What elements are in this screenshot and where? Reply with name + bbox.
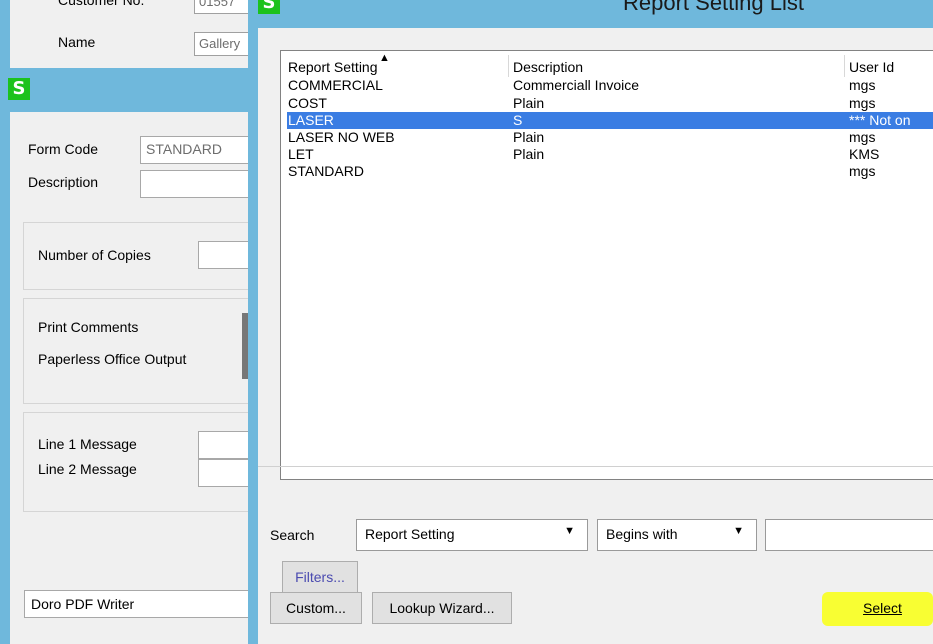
cell-setting: LASER	[288, 112, 334, 128]
list-row[interactable]: COST Plain mgs	[287, 95, 933, 112]
cell-description: Plain	[513, 129, 545, 145]
sort-arrow-icon: ▲	[379, 52, 390, 64]
message-group: Line 1 Message Line 2 Message	[23, 412, 273, 512]
list-row[interactable]: COMMERCIAL Commerciall Invoice mgs	[287, 77, 933, 94]
cell-user: mgs	[849, 95, 876, 111]
dialog-title: Report Setting List	[623, 0, 804, 15]
copies-label: Number of Copies	[38, 247, 151, 263]
cell-user: KMS	[849, 146, 880, 162]
description-label: Description	[28, 174, 99, 190]
select-button[interactable]: Select	[832, 593, 933, 625]
search-field-value: Report Setting	[365, 526, 455, 542]
search-panel: Search Report Setting ▼ Begins with ▼ Fi…	[258, 466, 933, 593]
form-titlebar: S	[0, 68, 262, 112]
chevron-down-icon[interactable]: ▼	[733, 525, 744, 537]
printer-select[interactable]: Doro PDF Writer	[24, 590, 262, 618]
column-separator[interactable]	[508, 55, 509, 77]
custom-button[interactable]: Custom...	[270, 592, 362, 624]
chevron-down-icon[interactable]: ▼	[564, 525, 575, 537]
form-code-label: Form Code	[28, 141, 99, 157]
dialog-logo-icon: S	[258, 0, 280, 14]
print-form-window: S Form Code STANDARD Description Number …	[0, 68, 273, 644]
cell-user: mgs	[849, 129, 876, 145]
cell-setting: COMMERCIAL	[288, 77, 383, 93]
comments-group: Print Comments Paperless Office Output	[23, 298, 273, 404]
cell-description: Commerciall Invoice	[513, 77, 640, 93]
cell-description: S	[513, 112, 523, 128]
form-body: Form Code STANDARD Description Number of…	[10, 112, 273, 644]
column-separator[interactable]	[844, 55, 845, 77]
cell-description: Plain	[513, 146, 545, 162]
list-row-selected[interactable]: LASER S *** Not on	[287, 112, 933, 129]
print-comments-label: Print Comments	[38, 319, 139, 335]
line2-message-label: Line 2 Message	[38, 461, 137, 477]
column-header-report-setting[interactable]: Report Setting	[288, 59, 378, 75]
search-input[interactable]	[765, 519, 933, 551]
name-label: Name	[58, 34, 96, 50]
report-setting-list[interactable]: Report Setting ▲ Description User Id COM…	[280, 50, 933, 480]
search-mode-value: Begins with	[606, 526, 678, 542]
cell-description: Plain	[513, 95, 545, 111]
description-field[interactable]	[140, 170, 262, 198]
list-row[interactable]: STANDARD mgs	[287, 163, 933, 180]
copies-group: Number of Copies 1	[23, 222, 273, 290]
list-row[interactable]: LET Plain KMS	[287, 146, 933, 163]
line1-message-label: Line 1 Message	[38, 436, 137, 452]
cell-user: mgs	[849, 77, 876, 93]
cell-setting: LASER NO WEB	[288, 129, 395, 145]
lookup-wizard-button[interactable]: Lookup Wizard...	[372, 592, 512, 624]
cell-setting: LET	[288, 146, 314, 162]
app-logo-icon: S	[8, 78, 30, 100]
list-row[interactable]: LASER NO WEB Plain mgs	[287, 129, 933, 146]
search-label: Search	[270, 527, 315, 543]
report-setting-list-dialog: S Report Setting List Report Setting ▲ D…	[248, 0, 933, 644]
column-header-user-id[interactable]: User Id	[849, 59, 894, 75]
dialog-titlebar: S Report Setting List	[248, 0, 933, 28]
form-code-field[interactable]: STANDARD	[140, 136, 262, 164]
cell-setting: COST	[288, 95, 327, 111]
paperless-office-label: Paperless Office Output	[38, 351, 187, 367]
cell-user: mgs	[849, 163, 876, 179]
search-mode-select[interactable]: Begins with ▼	[597, 519, 757, 551]
customer-window: Customer No. 01557 Name Gallery	[0, 0, 274, 68]
cell-user: *** Not on	[849, 112, 911, 128]
search-field-select[interactable]: Report Setting ▼	[356, 519, 588, 551]
column-header-description[interactable]: Description	[513, 59, 583, 75]
customer-no-label: Customer No.	[58, 0, 145, 8]
filters-button[interactable]: Filters...	[282, 561, 358, 593]
cell-setting: STANDARD	[288, 163, 364, 179]
dialog-body: Report Setting ▲ Description User Id COM…	[258, 28, 933, 644]
